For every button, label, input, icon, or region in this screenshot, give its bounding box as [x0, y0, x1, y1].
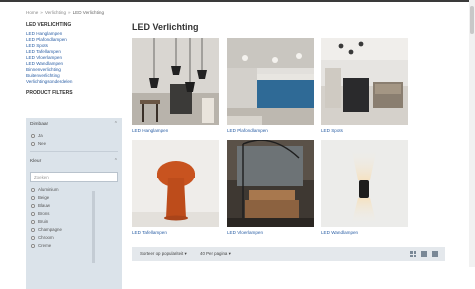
filter-list-scrollbar[interactable]: [92, 191, 95, 263]
breadcrumb-home[interactable]: Home: [26, 10, 38, 15]
radio-icon[interactable]: [31, 195, 35, 200]
sort-select-value: Sorteer op populariteit: [140, 251, 184, 256]
filter-dimbaar-header[interactable]: Dimbaar ⌃: [26, 118, 122, 132]
breadcrumb: Home» Verlichting» LED Verlichting: [26, 10, 104, 15]
category-label-wandlampen[interactable]: LED Wandlampen: [321, 230, 408, 235]
category-card-spots[interactable]: LED Spots: [321, 38, 408, 133]
category-card-plafondlampen[interactable]: LED Plafondlampen: [227, 38, 314, 133]
filter-search-input[interactable]: Zoeken: [30, 172, 118, 182]
filter-option-label: Nee: [38, 141, 47, 146]
chevron-up-icon[interactable]: ⌃: [114, 121, 118, 127]
radio-icon[interactable]: [31, 203, 35, 208]
filter-option-ja[interactable]: Ja: [26, 132, 122, 140]
filter-option-label: Bruin: [38, 219, 49, 224]
category-image-hanglampen[interactable]: [132, 38, 219, 125]
radio-icon[interactable]: [31, 219, 35, 224]
radio-icon[interactable]: [31, 235, 35, 240]
caret-down-icon: ▾: [228, 251, 231, 256]
sidebar-heading: LED VERLICHTING: [26, 22, 72, 28]
filter-option-chroom[interactable]: Chroom: [26, 234, 122, 242]
filter-option-nee[interactable]: Nee: [26, 140, 122, 148]
sort-select[interactable]: Sorteer op populariteit ▾: [140, 251, 187, 257]
filter-option-label: Champagne: [38, 227, 62, 232]
caret-down-icon: ▾: [184, 251, 187, 256]
list-view-icon[interactable]: [432, 251, 438, 257]
filter-option-label: Blauw: [38, 203, 50, 208]
sidebar-link-verlichtingsonderdelen[interactable]: Verlichtingsonderdelen: [26, 79, 122, 85]
category-label-plafondlampen[interactable]: LED Plafondlampen: [227, 128, 314, 133]
radio-icon[interactable]: [31, 243, 35, 248]
top-border: [0, 0, 475, 2]
category-card-vloerlampen[interactable]: LED Vloerlampen: [227, 140, 314, 235]
filter-option-champagne[interactable]: Champagne: [26, 226, 122, 234]
filter-kleur-label: Kleur: [30, 159, 42, 164]
chevron-up-icon[interactable]: ⌃: [114, 158, 118, 164]
filter-option-blauw[interactable]: Blauw: [26, 202, 122, 210]
filter-divider: [30, 151, 118, 152]
category-label-hanglampen[interactable]: LED Hanglampen: [132, 128, 219, 133]
category-image-vloerlampen[interactable]: [227, 140, 314, 227]
category-image-plafondlampen[interactable]: [227, 38, 314, 125]
filter-option-brons[interactable]: Brons: [26, 210, 122, 218]
sidebar: LED VERLICHTING LED Hanglampen LED Plafo…: [26, 22, 122, 289]
filter-kleur-header[interactable]: Kleur ⌃: [26, 155, 122, 169]
radio-icon[interactable]: [31, 141, 35, 146]
filter-option-label: Ja: [38, 133, 43, 138]
radio-icon[interactable]: [31, 187, 35, 192]
filter-option-creme[interactable]: Creme: [26, 242, 122, 250]
category-card-hanglampen[interactable]: LED Hanglampen: [132, 38, 219, 133]
radio-icon[interactable]: [31, 227, 35, 232]
filter-option-aluminium[interactable]: Aluminium: [26, 186, 122, 194]
radio-icon[interactable]: [31, 133, 35, 138]
filter-option-label: Creme: [38, 243, 52, 248]
category-card-tafellampen[interactable]: LED Tafellampen: [132, 140, 219, 235]
sort-toolbar: Sorteer op populariteit ▾ 40 Per pagina …: [132, 247, 445, 261]
filter-panel: Dimbaar ⌃ Ja Nee Kleur ⌃ Zoeken Aluminiu…: [26, 118, 122, 289]
breadcrumb-current: LED Verlichting: [72, 10, 105, 15]
category-card-wandlampen[interactable]: LED Wandlampen: [321, 140, 408, 235]
product-filters-heading: PRODUCT FILTERS: [26, 90, 73, 97]
breadcrumb-separator-icon: »: [40, 10, 43, 15]
breadcrumb-verlichting[interactable]: Verlichting: [45, 10, 66, 15]
scrollbar-thumb[interactable]: [470, 6, 474, 34]
grid-view-large-icon[interactable]: [410, 251, 416, 257]
filter-option-label: Brons: [38, 211, 50, 216]
category-label-vloerlampen[interactable]: LED Vloerlampen: [227, 230, 314, 235]
category-label-spots[interactable]: LED Spots: [321, 128, 408, 133]
grid-view-small-icon[interactable]: [421, 251, 427, 257]
category-label-tafellampen[interactable]: LED Tafellampen: [132, 230, 219, 235]
breadcrumb-separator-icon: »: [68, 10, 71, 15]
radio-icon[interactable]: [31, 211, 35, 216]
category-image-spots[interactable]: [321, 38, 408, 125]
filter-option-beige[interactable]: Beige: [26, 194, 122, 202]
category-image-tafellampen[interactable]: [132, 140, 219, 227]
filter-option-label: Chroom: [38, 235, 54, 240]
per-page-value: 40 Per pagina: [200, 251, 228, 256]
page-title: LED Verlichting: [132, 22, 199, 32]
filter-dimbaar-label: Dimbaar: [30, 122, 49, 127]
filter-option-label: Beige: [38, 195, 50, 200]
per-page-select[interactable]: 40 Per pagina ▾: [200, 251, 231, 257]
filter-option-label: Aluminium: [38, 187, 59, 192]
filter-option-bruin[interactable]: Bruin: [26, 218, 122, 226]
page-scrollbar[interactable]: [469, 0, 475, 267]
category-image-wandlampen[interactable]: [321, 140, 408, 227]
